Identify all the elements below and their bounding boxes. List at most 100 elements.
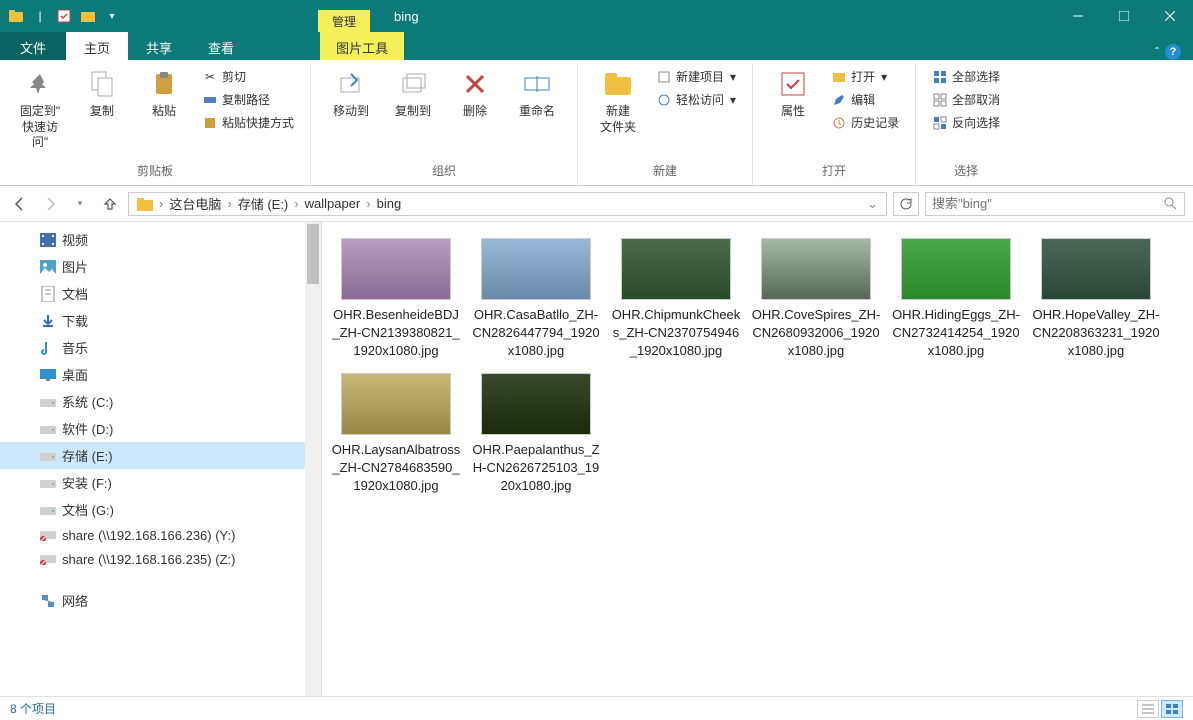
search-input[interactable] <box>932 196 1164 211</box>
scissors-icon: ✂ <box>202 69 218 85</box>
file-item[interactable]: OHR.BesenheideBDJ_ZH-CN2139380821_1920x1… <box>330 238 462 361</box>
up-button[interactable] <box>98 192 122 216</box>
refresh-button[interactable] <box>893 192 919 216</box>
folder-icon <box>6 6 26 26</box>
delete-icon <box>459 68 491 100</box>
invert-selection-button[interactable]: 反向选择 <box>928 112 1004 133</box>
tab-view[interactable]: 查看 <box>190 32 252 60</box>
select-none-button[interactable]: 全部取消 <box>928 89 1004 110</box>
tab-share[interactable]: 共享 <box>128 32 190 60</box>
move-to-button[interactable]: 移动到 <box>321 64 381 124</box>
close-button[interactable] <box>1147 0 1193 32</box>
quick-access-toolbar: | ▾ <box>0 6 128 26</box>
copy-icon <box>86 68 118 100</box>
drive-icon <box>40 448 56 464</box>
tree-item-label: 软件 (D:) <box>62 419 113 438</box>
search-icon[interactable] <box>1164 197 1178 211</box>
details-view-button[interactable] <box>1137 700 1159 718</box>
manage-context-label: 管理 <box>318 10 370 32</box>
file-item[interactable]: OHR.HopeValley_ZH-CN2208363231_1920x1080… <box>1030 238 1162 361</box>
file-thumbnail <box>901 238 1011 300</box>
music-icon <box>40 340 56 356</box>
edit-button[interactable]: 编辑 <box>827 89 903 110</box>
tree-item-11[interactable]: share (\\192.168.166.236) (Y:) <box>0 523 321 547</box>
collapse-ribbon-icon[interactable]: ˆ <box>1155 45 1159 59</box>
new-folder-button[interactable]: 新建 文件夹 <box>588 64 648 139</box>
sidebar-scrollbar[interactable] <box>305 222 321 696</box>
address-dropdown[interactable]: ⌄ <box>861 196 884 212</box>
recent-dropdown[interactable]: ▾ <box>68 192 92 216</box>
file-item[interactable]: OHR.CasaBatllo_ZH-CN2826447794_1920x1080… <box>470 238 602 361</box>
paste-shortcut-button[interactable]: 粘贴快捷方式 <box>198 112 298 133</box>
tree-item-9[interactable]: 安装 (F:) <box>0 469 321 496</box>
invert-icon <box>932 115 948 131</box>
tree-item-1[interactable]: 图片 <box>0 253 321 280</box>
delete-button[interactable]: 删除 <box>445 64 505 124</box>
select-all-button[interactable]: 全部选择 <box>928 66 1004 87</box>
file-thumbnail <box>621 238 731 300</box>
documents-icon <box>40 286 56 302</box>
file-view[interactable]: OHR.BesenheideBDJ_ZH-CN2139380821_1920x1… <box>322 222 1193 696</box>
back-button[interactable] <box>8 192 32 216</box>
tree-item-12[interactable]: share (\\192.168.166.235) (Z:) <box>0 547 321 571</box>
properties-button[interactable]: 属性 <box>763 64 823 124</box>
select-all-icon <box>932 69 948 85</box>
properties-icon <box>777 68 809 100</box>
tab-file[interactable]: 文件 <box>0 32 66 60</box>
breadcrumb-1[interactable]: 存储 (E:) <box>232 194 295 213</box>
tree-item-label: 安装 (F:) <box>62 473 112 492</box>
tree-item-8[interactable]: 存储 (E:) <box>0 442 321 469</box>
file-name: OHR.BesenheideBDJ_ZH-CN2139380821_1920x1… <box>330 306 462 361</box>
tree-item-label: 图片 <box>62 257 88 276</box>
tab-picture-tools[interactable]: 图片工具 <box>320 32 404 60</box>
tree-item-4[interactable]: 音乐 <box>0 334 321 361</box>
history-button[interactable]: 历史记录 <box>827 112 903 133</box>
tree-item-label: 网络 <box>62 591 88 610</box>
file-item[interactable]: OHR.HidingEggs_ZH-CN2732414254_1920x1080… <box>890 238 1022 361</box>
new-item-button[interactable]: 新建项目▾ <box>652 66 740 87</box>
tab-home[interactable]: 主页 <box>66 32 128 60</box>
tree-item-13[interactable]: 网络 <box>0 587 321 614</box>
pin-to-quickaccess-button[interactable]: 固定到" 快速访问" <box>10 64 70 155</box>
file-item[interactable]: OHR.ChipmunkCheeks_ZH-CN2370754946_1920x… <box>610 238 742 361</box>
tree-item-2[interactable]: 文档 <box>0 280 321 307</box>
rename-button[interactable]: 重命名 <box>507 64 567 124</box>
tree-item-10[interactable]: 文档 (G:) <box>0 496 321 523</box>
tree-item-6[interactable]: 系统 (C:) <box>0 388 321 415</box>
tree-item-label: 文档 (G:) <box>62 500 114 519</box>
file-item[interactable]: OHR.LaysanAlbatross_ZH-CN2784683590_1920… <box>330 373 462 496</box>
window-controls <box>1055 0 1193 32</box>
pictures-icon <box>40 259 56 275</box>
copy-button[interactable]: 复制 <box>72 64 132 124</box>
properties-icon[interactable] <box>54 6 74 26</box>
file-item[interactable]: OHR.Paepalanthus_ZH-CN2626725103_1920x10… <box>470 373 602 496</box>
tree-item-3[interactable]: 下载 <box>0 307 321 334</box>
tree-item-7[interactable]: 软件 (D:) <box>0 415 321 442</box>
edit-icon <box>831 92 847 108</box>
copy-path-button[interactable]: 复制路径 <box>198 89 298 110</box>
copyto-icon <box>397 68 429 100</box>
address-bar[interactable]: › 这台电脑 › 存储 (E:) › wallpaper › bing ⌄ <box>128 192 887 216</box>
thumbnails-view-button[interactable] <box>1161 700 1183 718</box>
maximize-button[interactable] <box>1101 0 1147 32</box>
paste-button[interactable]: 粘贴 <box>134 64 194 124</box>
folder-small-icon[interactable] <box>78 6 98 26</box>
file-item[interactable]: OHR.CoveSpires_ZH-CN2680932006_1920x1080… <box>750 238 882 361</box>
breadcrumb-3[interactable]: bing <box>371 196 408 211</box>
breadcrumb-0[interactable]: 这台电脑 <box>163 194 227 213</box>
breadcrumb-2[interactable]: wallpaper <box>299 196 367 211</box>
downloads-icon <box>40 313 56 329</box>
tree-item-label: share (\\192.168.166.235) (Z:) <box>62 552 235 567</box>
file-name: OHR.HidingEggs_ZH-CN2732414254_1920x1080… <box>890 306 1022 361</box>
help-icon[interactable]: ? <box>1165 44 1181 60</box>
copy-to-button[interactable]: 复制到 <box>383 64 443 124</box>
cut-button[interactable]: ✂剪切 <box>198 66 298 87</box>
minimize-button[interactable] <box>1055 0 1101 32</box>
forward-button[interactable] <box>38 192 62 216</box>
open-button[interactable]: 打开▾ <box>827 66 903 87</box>
tree-item-0[interactable]: 视频 <box>0 226 321 253</box>
easy-access-button[interactable]: 轻松访问▾ <box>652 89 740 110</box>
search-box[interactable] <box>925 192 1185 216</box>
tree-item-5[interactable]: 桌面 <box>0 361 321 388</box>
qat-dropdown-icon[interactable]: ▾ <box>102 6 122 26</box>
